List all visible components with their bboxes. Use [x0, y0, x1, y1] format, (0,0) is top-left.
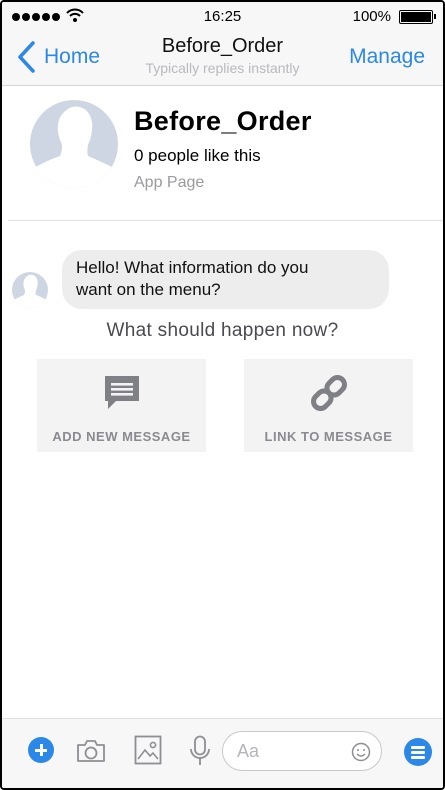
link-to-message-button[interactable]: LINK TO MESSAGE — [244, 359, 413, 452]
microphone-icon[interactable] — [189, 735, 211, 767]
message-icon — [104, 376, 139, 409]
person-silhouette-icon — [12, 274, 48, 308]
next-step-prompt: What should happen now? — [106, 320, 339, 341]
emoji-icon[interactable] — [351, 742, 371, 762]
person-silhouette-icon — [30, 106, 118, 188]
sender-avatar — [12, 272, 48, 308]
page-category: App Page — [134, 174, 205, 191]
phone-frame: 16:25 100% Home Before_Order Typically r… — [0, 0, 445, 790]
add-plus-button[interactable] — [28, 737, 54, 763]
battery-icon — [399, 10, 436, 24]
menu-button[interactable] — [404, 738, 432, 766]
page-avatar — [30, 100, 118, 188]
message-bubble: Hello! What information do you want on t… — [62, 250, 389, 309]
page-likes: 0 people like this — [134, 146, 261, 165]
navigation-bar: Home Before_Order Typically replies inst… — [2, 32, 443, 86]
link-icon — [310, 375, 347, 411]
message-input[interactable] — [237, 740, 347, 762]
message-composer[interactable] — [222, 731, 382, 771]
header-divider — [8, 220, 443, 221]
add-new-message-label: ADD NEW MESSAGE — [52, 429, 191, 444]
add-new-message-button[interactable]: ADD NEW MESSAGE — [37, 359, 206, 452]
camera-icon[interactable] — [76, 739, 106, 763]
message-text-line-2: want on the menu? — [76, 280, 221, 299]
composer-toolbar — [2, 718, 443, 788]
photo-gallery-icon[interactable] — [134, 735, 162, 765]
page-name: Before_Order — [134, 106, 312, 136]
manage-button[interactable]: Manage — [349, 45, 425, 69]
battery-percentage: 100% — [352, 8, 391, 25]
status-bar: 16:25 100% — [2, 2, 443, 32]
message-text-line-1: Hello! What information do you — [76, 258, 309, 277]
link-to-message-label: LINK TO MESSAGE — [264, 429, 393, 444]
